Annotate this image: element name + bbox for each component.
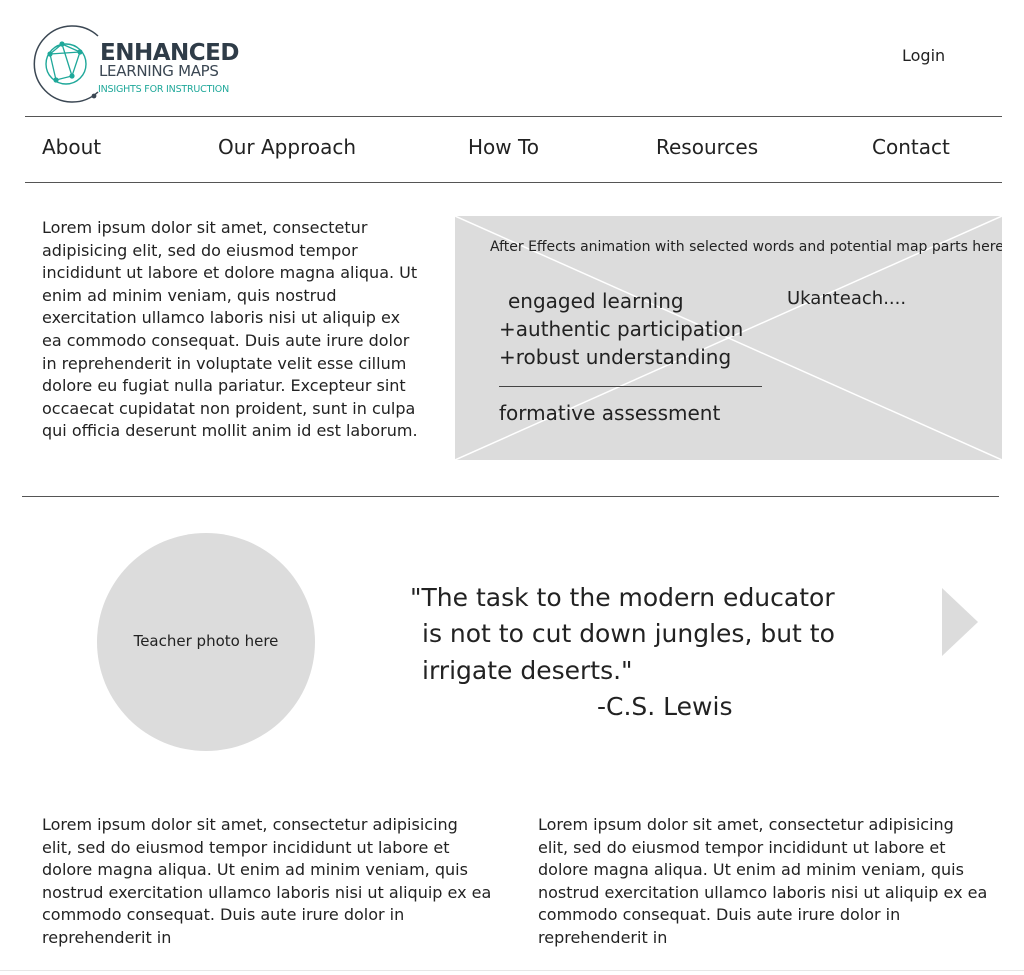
animation-caption: After Effects animation with selected wo…: [490, 239, 1002, 255]
logo-subtitle: LEARNING MAPS: [99, 62, 219, 80]
animation-side-text: Ukanteach....: [787, 288, 907, 309]
header-divider: [25, 116, 1002, 117]
quote-line-2: is not to cut down jungles, but to: [422, 619, 835, 648]
quote-attribution: -C.S. Lewis: [597, 692, 733, 721]
nav-how-to[interactable]: How To: [468, 135, 539, 159]
animation-line-authentic: +authentic participation: [499, 317, 744, 341]
footer-divider: [0, 970, 1024, 971]
nav-about[interactable]: About: [42, 135, 101, 159]
quote-line-1: "The task to the modern educator: [410, 583, 835, 612]
nav-divider: [25, 182, 1002, 183]
intro-text: Lorem ipsum dolor sit amet, consectetur …: [42, 218, 418, 441]
bottom-text-right: Lorem ipsum dolor sit amet, consectetur …: [538, 815, 988, 947]
teacher-photo-label: Teacher photo here: [133, 632, 279, 650]
triangle-right-icon: [942, 588, 978, 656]
animation-line-formative: formative assessment: [499, 401, 721, 425]
nav-resources[interactable]: Resources: [656, 135, 758, 159]
quote-line-3: irrigate deserts.": [422, 656, 633, 685]
carousel-next-button[interactable]: [942, 588, 980, 660]
logo-tagline: INSIGHTS FOR INSTRUCTION: [98, 84, 229, 95]
section-divider: [22, 496, 999, 497]
animation-line-engaged: engaged learning: [508, 289, 684, 313]
bottom-text-left: Lorem ipsum dolor sit amet, consectetur …: [42, 815, 492, 947]
animation-line-robust: +robust understanding: [499, 345, 732, 369]
nav-contact[interactable]: Contact: [872, 135, 950, 159]
login-link[interactable]: Login: [902, 46, 945, 65]
nav-our-approach[interactable]: Our Approach: [218, 135, 356, 159]
animation-placeholder: After Effects animation with selected wo…: [455, 216, 1002, 460]
animation-divider: [499, 386, 762, 387]
logo-map-icon: [33, 25, 99, 103]
